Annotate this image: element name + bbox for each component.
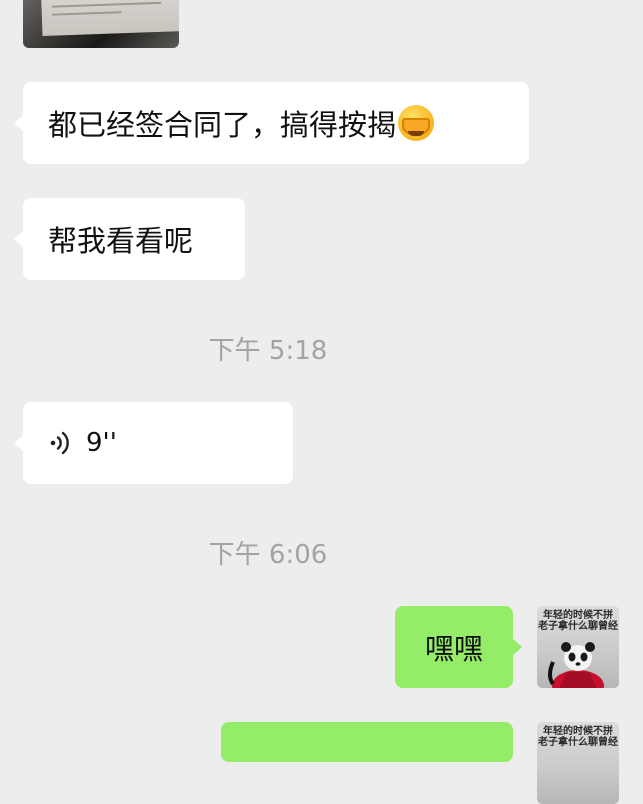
message-text: 帮我看看呢	[48, 224, 194, 258]
message-text: 都已经签合同了，搞得按揭	[48, 108, 397, 142]
timestamp-2: 下午 6:06	[208, 540, 328, 570]
panda-avatar[interactable]: 年轻的时候不拼 老子拿什么聊曾经	[537, 606, 619, 688]
message-text: 嘿嘿	[424, 632, 483, 666]
voice-message-bubble[interactable]: 9''	[14, 402, 293, 484]
panda-avatar[interactable]: 年轻的时候不拼 老子拿什么聊曾经	[537, 722, 619, 804]
document-photo	[41, 0, 179, 36]
avatar-caption: 年轻的时候不拼 老子拿什么聊曾经	[538, 610, 618, 632]
avatar-caption: 年轻的时候不拼 老子拿什么聊曾经	[538, 726, 618, 748]
facepalm-emoji-icon	[398, 105, 435, 141]
outgoing-message-bubble[interactable]: 嘿嘿	[395, 606, 522, 688]
outgoing-message-bubble-partial[interactable]	[221, 722, 513, 762]
image-message-thumbnail[interactable]	[23, 0, 179, 48]
timestamp-1: 下午 5:18	[208, 336, 328, 366]
voice-duration: 9''	[86, 428, 117, 458]
message-bubble-contract[interactable]: 都已经签合同了，搞得按揭	[14, 82, 529, 164]
message-bubble-help[interactable]: 帮我看看呢	[14, 198, 245, 280]
voice-wave-icon	[50, 431, 69, 455]
